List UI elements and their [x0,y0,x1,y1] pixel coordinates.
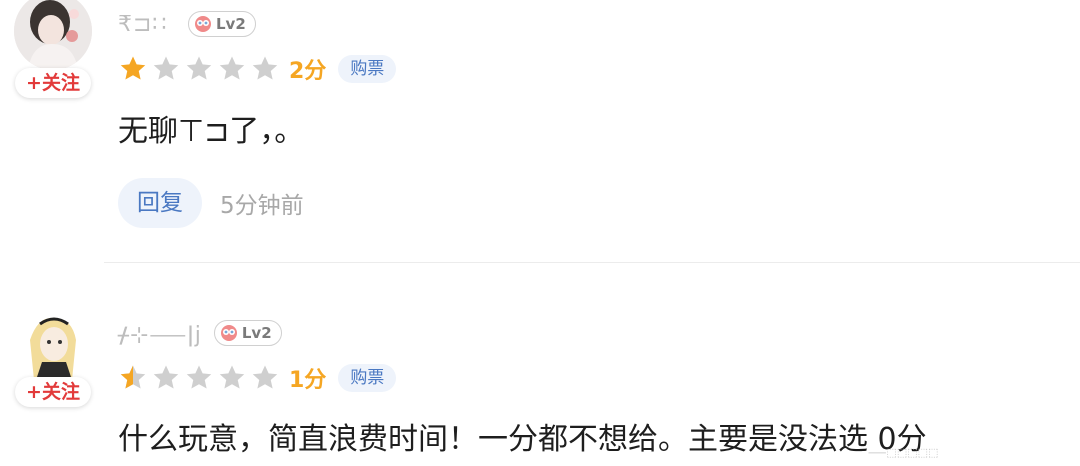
star-icon [219,56,245,80]
level-label: Lv2 [241,324,272,342]
level-badge: Lv2 [213,320,282,346]
level-icon [195,16,211,32]
review-card: +关注 ᚋ⊹⸺ǀj Lv2 1分 购票 什么玩意，简直浪费时间！一分都不想给。主… [0,264,1080,466]
star-icon [252,56,278,80]
watermark: ⸺⬚⬚⬚⬚⬚ [868,446,939,459]
score-label: 2分 [289,59,327,84]
rating-row: 2分 购票 [118,52,397,86]
user-avatar-image [14,0,92,70]
star-icon [120,56,146,80]
star-icon [219,365,245,389]
star-icon [252,365,278,389]
comment-text: 什么玩意，简直浪费时间！一分都不想给。主要是没法选 0分 [118,422,927,457]
level-label: Lv2 [216,15,246,33]
star-icon [153,56,179,80]
reply-button[interactable]: 回复 [118,178,202,228]
star-icon [186,365,212,389]
actions-row: 回复 5分钟前 [118,178,304,228]
avatar[interactable] [14,0,92,70]
star-half-icon [120,365,146,389]
purchase-tag: 购票 [338,55,397,83]
star-icon [153,365,179,389]
user-info-row: ᚋ⊹⸺ǀj Lv2 [118,318,282,348]
level-badge: Lv2 [188,11,256,37]
divider [104,262,1080,263]
rating-row: 1分 购票 [118,361,397,395]
timestamp: 5分钟前 [220,193,304,219]
score-label: 1分 [289,368,327,393]
star-icon [186,56,212,80]
user-info-row: ₹⊐∷ Lv2 [118,9,256,39]
comment-text: 无聊⊤⊐了，。 [118,114,305,149]
username[interactable]: ᚋ⊹⸺ǀj [118,317,202,349]
level-icon [220,325,237,341]
review-card: +关注 ₹⊐∷ Lv2 2分 购票 无聊⊤⊐了，。 回复 5分钟前 [0,0,1080,262]
follow-button[interactable]: +关注 [15,68,91,98]
username[interactable]: ₹⊐∷ [118,12,176,37]
purchase-tag: 购票 [338,364,397,392]
follow-button[interactable]: +关注 [15,377,91,407]
